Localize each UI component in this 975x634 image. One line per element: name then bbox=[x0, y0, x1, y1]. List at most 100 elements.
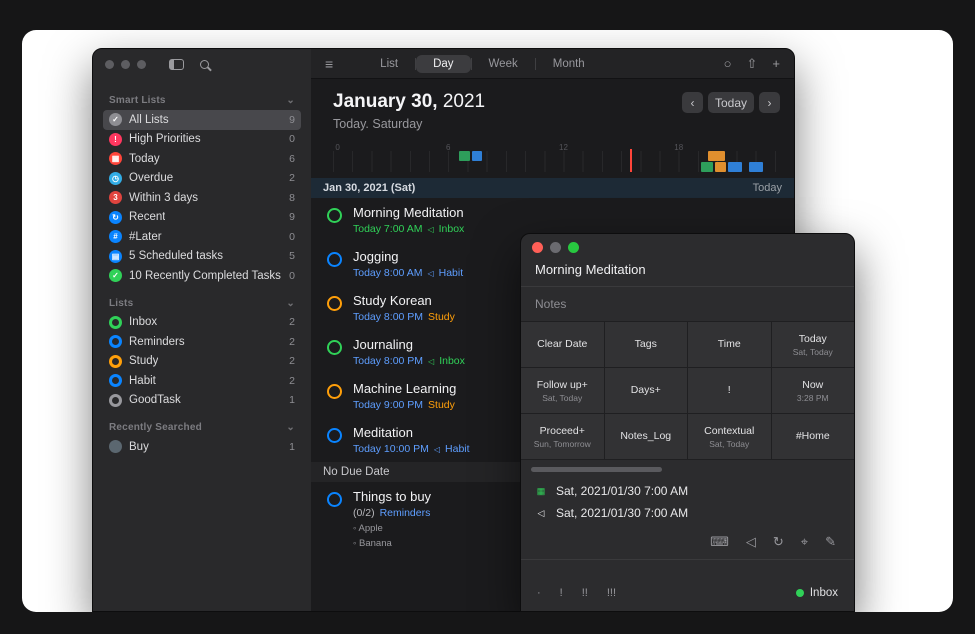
list-selector[interactable]: Inbox bbox=[796, 587, 838, 599]
alert-time-row[interactable]: ◁ Sat, 2021/01/30 7:00 AM bbox=[535, 502, 840, 524]
menu-icon[interactable]: ≡ bbox=[325, 56, 333, 72]
sidebar-item-all-lists[interactable]: ✓ All Lists 9 bbox=[103, 110, 301, 130]
close-button[interactable] bbox=[532, 242, 543, 253]
action-time[interactable]: Time bbox=[688, 322, 771, 367]
detail-window: Morning Meditation Notes Clear Date Tags… bbox=[520, 233, 855, 612]
count-badge: 0 bbox=[289, 133, 295, 145]
task-complete-circle[interactable] bbox=[327, 384, 342, 399]
sidebar-item-today[interactable]: ▦ Today 6 bbox=[103, 149, 301, 169]
action-today[interactable]: TodaySat, Today bbox=[772, 322, 855, 367]
task-complete-circle[interactable] bbox=[327, 340, 342, 355]
minimize-button[interactable] bbox=[121, 60, 130, 69]
sidebar-item-within-3-days[interactable]: 3 Within 3 days 8 bbox=[103, 188, 301, 208]
task-detail-title: Morning Meditation bbox=[521, 260, 854, 287]
priority-medium[interactable]: !! bbox=[582, 587, 588, 599]
action-days-plus[interactable]: Days+ bbox=[605, 368, 688, 413]
sidebar-item-habit[interactable]: Habit 2 bbox=[103, 371, 301, 391]
prev-day-button[interactable]: ‹ bbox=[682, 92, 703, 113]
tab-day[interactable]: Day bbox=[416, 55, 470, 73]
alarm-icon: ◁ bbox=[427, 225, 433, 234]
action-follow-up[interactable]: Follow up+Sat, Today bbox=[521, 368, 604, 413]
list-color-dot bbox=[796, 589, 804, 597]
scrollbar-thumb[interactable] bbox=[531, 467, 662, 472]
task-complete-circle[interactable] bbox=[327, 252, 342, 267]
task-complete-circle[interactable] bbox=[327, 296, 342, 311]
location-icon[interactable]: ⌖ bbox=[801, 534, 808, 550]
sidebar-item-high-priorities[interactable]: ! High Priorities 0 bbox=[103, 130, 301, 150]
tab-month[interactable]: Month bbox=[536, 55, 602, 73]
chevron-down-icon[interactable]: ⌄ bbox=[286, 298, 295, 309]
priority-low[interactable]: ! bbox=[560, 587, 563, 599]
sidebar-item-later[interactable]: # #Later 0 bbox=[103, 227, 301, 247]
count-badge: 1 bbox=[289, 441, 295, 453]
action-clear-date[interactable]: Clear Date bbox=[521, 322, 604, 367]
sidebar-item-goodtask[interactable]: GoodTask 1 bbox=[103, 391, 301, 411]
count-badge: 2 bbox=[289, 336, 295, 348]
date-subtitle: Today. Saturday bbox=[333, 116, 794, 132]
count-badge: 5 bbox=[289, 250, 295, 262]
task-complete-circle[interactable] bbox=[327, 428, 342, 443]
action-notes-log[interactable]: Notes_Log bbox=[605, 414, 688, 459]
sidebar-item-recent[interactable]: ↻ Recent 9 bbox=[103, 208, 301, 228]
list-color-icon bbox=[109, 374, 122, 387]
list-color-icon bbox=[109, 355, 122, 368]
action-tags[interactable]: Tags bbox=[605, 322, 688, 367]
add-icon[interactable]: + bbox=[772, 56, 780, 71]
task-complete-circle[interactable] bbox=[327, 208, 342, 223]
task-list-tag: Habit bbox=[439, 267, 464, 279]
toggle-sidebar-icon[interactable] bbox=[169, 59, 184, 70]
task-time: Today 7:00 AM bbox=[353, 223, 422, 235]
attachment-icon[interactable]: ✎ bbox=[825, 534, 836, 550]
priority-icon: ! bbox=[109, 133, 122, 146]
tab-list[interactable]: List bbox=[363, 55, 415, 73]
announce-icon[interactable]: ◁ bbox=[746, 534, 756, 550]
close-button[interactable] bbox=[105, 60, 114, 69]
chevron-down-icon[interactable]: ⌄ bbox=[286, 422, 295, 433]
timeline-block bbox=[701, 162, 713, 172]
sidebar-item-inbox[interactable]: Inbox 2 bbox=[103, 313, 301, 333]
completed-icon: ✓ bbox=[109, 269, 122, 282]
task-title: Journaling bbox=[353, 337, 465, 352]
task-list-tag: Reminders bbox=[380, 507, 431, 519]
next-day-button[interactable]: › bbox=[759, 92, 780, 113]
sidebar-item-reminders[interactable]: Reminders 2 bbox=[103, 332, 301, 352]
due-date-row[interactable]: ▦ Sat, 2021/01/30 7:00 AM bbox=[535, 480, 840, 502]
day-section-header: Jan 30, 2021 (Sat) Today bbox=[311, 178, 794, 198]
hashtag-icon: # bbox=[109, 230, 122, 243]
action-proceed[interactable]: Proceed+Sun, Tomorrow bbox=[521, 414, 604, 459]
minimize-button[interactable] bbox=[550, 242, 561, 253]
action-priority[interactable]: ! bbox=[688, 368, 771, 413]
priority-none[interactable]: · bbox=[537, 587, 541, 599]
repeat-icon[interactable]: ↻ bbox=[773, 534, 784, 550]
action-now[interactable]: Now3:28 PM bbox=[772, 368, 855, 413]
zoom-button[interactable] bbox=[137, 60, 146, 69]
sidebar-item-scheduled-tasks[interactable]: ▤ 5 Scheduled tasks 5 bbox=[103, 247, 301, 267]
keyboard-icon[interactable]: ⌨ bbox=[710, 534, 729, 550]
all-lists-icon: ✓ bbox=[109, 113, 122, 126]
search-icon[interactable] bbox=[200, 60, 209, 69]
tab-week[interactable]: Week bbox=[472, 55, 535, 73]
sync-icon[interactable]: ○ bbox=[724, 56, 732, 71]
sidebar-item-overdue[interactable]: ◷ Overdue 2 bbox=[103, 169, 301, 189]
task-title: Machine Learning bbox=[353, 381, 456, 396]
count-badge: 1 bbox=[289, 394, 295, 406]
action-contextual[interactable]: ContextualSat, Today bbox=[688, 414, 771, 459]
notes-input[interactable]: Notes bbox=[521, 287, 854, 321]
count-badge: 0 bbox=[289, 231, 295, 243]
chevron-down-icon[interactable]: ⌄ bbox=[286, 95, 295, 106]
today-button[interactable]: Today bbox=[708, 92, 754, 113]
subtask-item: ◦ Banana bbox=[353, 537, 431, 552]
priority-high[interactable]: !!! bbox=[607, 587, 616, 599]
share-icon[interactable]: ⇧ bbox=[747, 56, 758, 72]
timeline: 061218 bbox=[333, 144, 794, 172]
task-title: Jogging bbox=[353, 249, 463, 264]
sidebar-item-buy[interactable]: Buy 1 bbox=[103, 437, 301, 457]
list-color-icon bbox=[109, 335, 122, 348]
sidebar: Smart Lists ⌄ ✓ All Lists 9 ! High Prior… bbox=[93, 49, 311, 611]
sidebar-item-recently-completed[interactable]: ✓ 10 Recently Completed Tasks 0 bbox=[103, 266, 301, 286]
sidebar-item-study[interactable]: Study 2 bbox=[103, 352, 301, 372]
count-badge: 2 bbox=[289, 172, 295, 184]
task-complete-circle[interactable] bbox=[327, 492, 342, 507]
action-home-tag[interactable]: #Home bbox=[772, 414, 855, 459]
zoom-button[interactable] bbox=[568, 242, 579, 253]
